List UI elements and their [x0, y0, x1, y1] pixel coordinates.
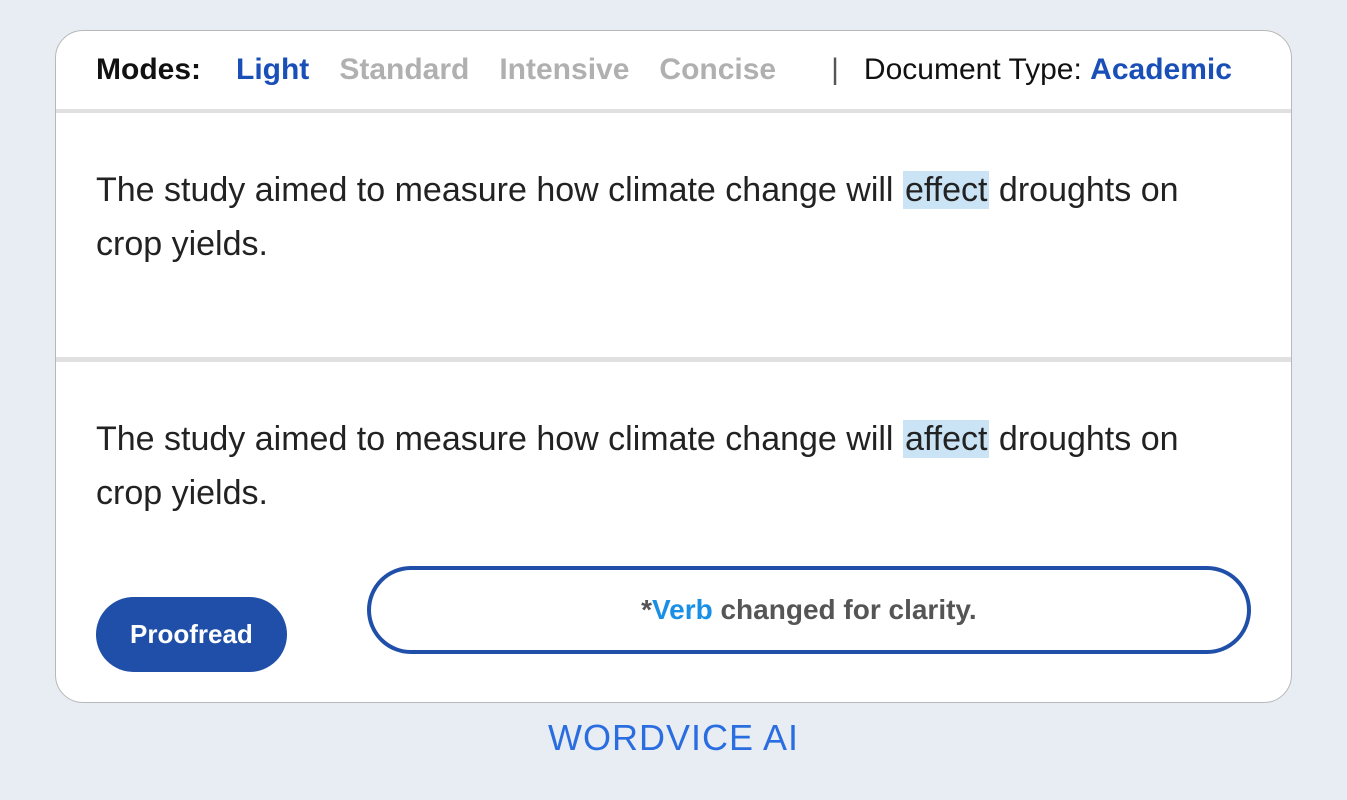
explanation-rest: changed for clarity. — [713, 594, 977, 625]
revised-highlight: affect — [903, 420, 990, 458]
revised-pre: The study aimed to measure how climate c… — [96, 420, 903, 458]
mode-standard[interactable]: Standard — [339, 53, 469, 87]
editor-card: Modes: Light Standard Intensive Concise … — [55, 30, 1292, 703]
proofread-button[interactable]: Proofread — [96, 597, 287, 672]
original-highlight: effect — [903, 171, 990, 209]
doctype-value[interactable]: Academic — [1090, 53, 1232, 86]
brand-logo: WORDVICE AI — [55, 717, 1292, 759]
mode-intensive[interactable]: Intensive — [499, 53, 629, 87]
modes-label: Modes: — [96, 53, 201, 87]
toolbar-divider: | — [831, 53, 839, 87]
mode-light[interactable]: Light — [236, 53, 309, 87]
bottom-row: Proofread *Verb changed for clarity. — [96, 566, 1251, 673]
original-text-pane[interactable]: The study aimed to measure how climate c… — [56, 113, 1291, 362]
doctype-label: Document Type: — [864, 53, 1090, 86]
original-pre: The study aimed to measure how climate c… — [96, 171, 903, 209]
revised-text: The study aimed to measure how climate c… — [96, 412, 1251, 521]
explanation-term: Verb — [652, 594, 713, 625]
doctype: Document Type: Academic — [864, 53, 1232, 87]
toolbar: Modes: Light Standard Intensive Concise … — [56, 31, 1291, 113]
revised-text-pane: The study aimed to measure how climate c… — [56, 362, 1291, 703]
explanation-asterisk: * — [641, 594, 652, 625]
explanation-pill: *Verb changed for clarity. — [367, 566, 1251, 655]
mode-concise[interactable]: Concise — [659, 53, 776, 87]
